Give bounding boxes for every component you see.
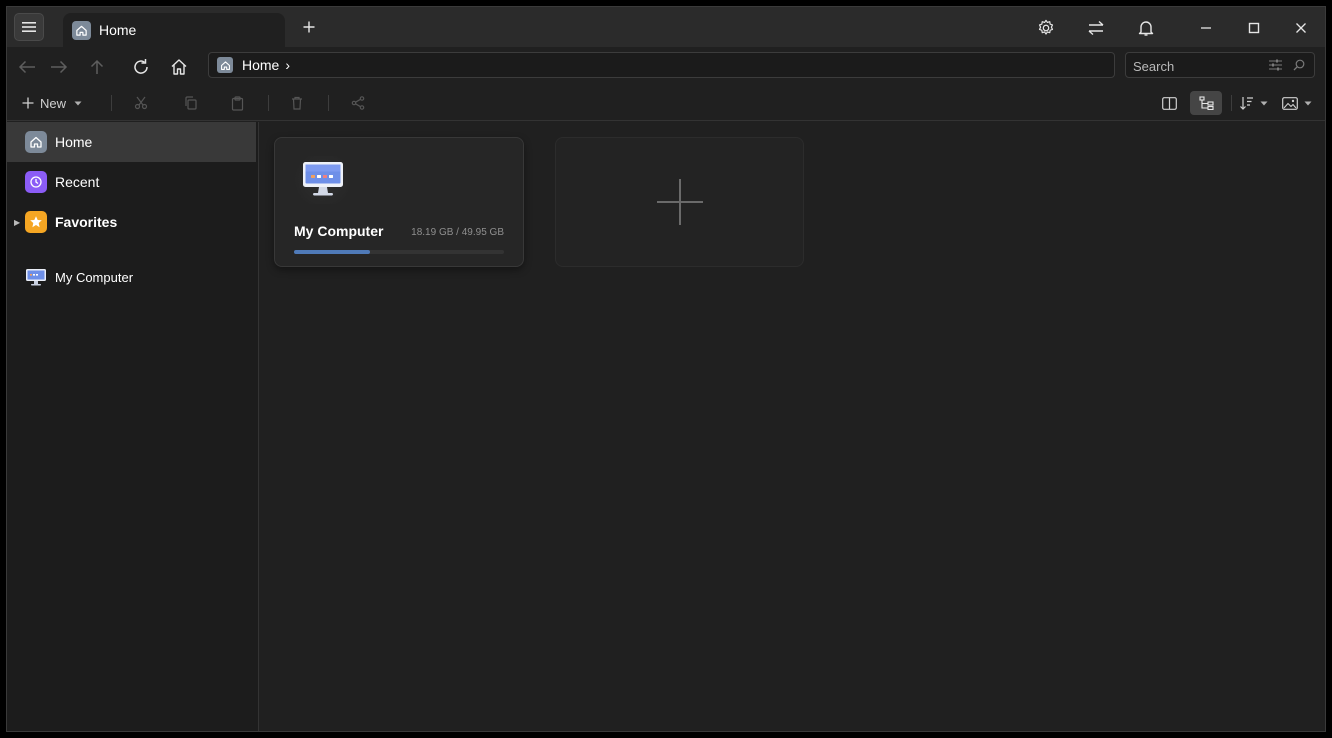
settings-button[interactable] xyxy=(1035,17,1057,39)
swap-arrows-icon xyxy=(1088,20,1104,36)
sidebar: Home Recent ▶ Favorites My Computer xyxy=(7,122,259,731)
plus-icon xyxy=(656,179,703,225)
arrow-right-icon xyxy=(51,60,68,74)
new-button-label: New xyxy=(40,95,67,111)
forward-button[interactable] xyxy=(48,56,70,78)
chevron-down-icon xyxy=(74,101,82,105)
drive-size: 18.19 GB / 49.95 GB xyxy=(411,227,504,238)
maximize-button[interactable] xyxy=(1243,17,1265,39)
copy-button[interactable] xyxy=(184,93,197,113)
menu-button[interactable] xyxy=(14,13,44,41)
maximize-icon xyxy=(1248,22,1260,34)
toolbar-divider xyxy=(328,95,329,111)
toolbar-divider xyxy=(111,95,112,111)
tab-home[interactable]: Home xyxy=(63,13,285,47)
drive-name: My Computer xyxy=(294,223,384,239)
drive-usage-bar xyxy=(294,250,504,254)
address-bar[interactable]: Home › xyxy=(208,52,1115,78)
sort-button[interactable] xyxy=(1240,93,1268,113)
share-button[interactable] xyxy=(351,93,365,113)
sidebar-item-label: Recent xyxy=(55,174,100,190)
search-input[interactable] xyxy=(1126,53,1265,79)
clock-history-icon xyxy=(25,171,47,193)
toolbar-divider xyxy=(268,95,269,111)
split-pane-icon xyxy=(1162,96,1177,110)
home-button[interactable] xyxy=(168,56,190,78)
preview-pane-button[interactable] xyxy=(1162,93,1177,113)
chevron-down-icon xyxy=(1260,101,1268,105)
minimize-button[interactable] xyxy=(1195,17,1217,39)
new-button[interactable]: New xyxy=(22,93,82,113)
paste-button[interactable] xyxy=(231,93,244,113)
search-icon[interactable] xyxy=(1293,59,1305,71)
gear-icon xyxy=(1038,19,1054,35)
back-button[interactable] xyxy=(16,56,38,78)
sidebar-item-label: Home xyxy=(55,134,93,150)
filter-sliders-icon[interactable] xyxy=(1269,59,1282,71)
monitor-icon xyxy=(25,267,47,287)
sidebar-item-home[interactable]: Home xyxy=(7,122,256,162)
home-icon xyxy=(72,20,91,40)
breadcrumb-separator[interactable]: › xyxy=(285,57,290,73)
share-icon xyxy=(351,96,365,110)
new-tab-button[interactable] xyxy=(301,19,317,35)
sidebar-item-favorites[interactable]: ▶ Favorites xyxy=(7,202,256,242)
transfer-button[interactable] xyxy=(1085,17,1107,39)
close-button[interactable] xyxy=(1290,17,1312,39)
title-bar: Home xyxy=(7,7,1325,47)
sort-icon xyxy=(1240,97,1253,110)
add-drive-button[interactable] xyxy=(555,137,804,267)
star-icon xyxy=(25,211,47,233)
sidebar-item-my-computer[interactable]: My Computer xyxy=(7,257,256,297)
toolbar-divider xyxy=(1231,95,1232,111)
home-icon xyxy=(25,131,47,153)
breadcrumb-home[interactable]: Home xyxy=(242,57,279,73)
main-content: My Computer 18.19 GB / 49.95 GB xyxy=(259,122,1325,731)
arrow-left-icon xyxy=(18,60,35,74)
scissors-icon xyxy=(134,96,148,110)
sidebar-item-recent[interactable]: Recent xyxy=(7,162,256,202)
monitor-icon xyxy=(303,162,343,196)
refresh-button[interactable] xyxy=(130,56,152,78)
home-icon xyxy=(171,59,187,75)
tab-label: Home xyxy=(99,22,137,38)
notifications-button[interactable] xyxy=(1135,17,1157,39)
sidebar-item-label: Favorites xyxy=(55,214,118,230)
clipboard-icon xyxy=(231,95,244,111)
trash-icon xyxy=(292,96,302,110)
home-icon xyxy=(217,57,233,73)
file-explorer-window: Home Home › Search New Home Recent ▶ Fav… xyxy=(6,6,1326,732)
copy-icon xyxy=(185,96,197,110)
plus-icon xyxy=(22,97,34,109)
hamburger-icon xyxy=(22,22,36,32)
delete-button[interactable] xyxy=(291,93,303,113)
close-icon xyxy=(1296,23,1306,33)
minimize-icon xyxy=(1201,27,1211,29)
expand-caret-icon[interactable]: ▶ xyxy=(14,218,20,227)
arrow-up-icon xyxy=(90,59,104,74)
drive-card[interactable]: My Computer 18.19 GB / 49.95 GB xyxy=(274,137,524,267)
tree-view-button[interactable] xyxy=(1190,91,1222,115)
navigation-bar: Home › xyxy=(7,47,1325,85)
view-mode-button[interactable] xyxy=(1282,93,1312,113)
tree-view-icon xyxy=(1198,96,1214,110)
up-button[interactable] xyxy=(86,56,108,78)
bell-icon xyxy=(1138,21,1154,36)
drive-usage-fill xyxy=(294,250,371,254)
chevron-down-icon xyxy=(1304,101,1312,105)
plus-icon xyxy=(303,21,315,33)
image-icon xyxy=(1282,96,1298,110)
refresh-icon xyxy=(134,59,148,74)
search-box xyxy=(1125,52,1315,79)
sidebar-item-label: My Computer xyxy=(55,269,134,285)
command-toolbar: New xyxy=(7,85,1325,121)
cut-button[interactable] xyxy=(134,93,148,113)
